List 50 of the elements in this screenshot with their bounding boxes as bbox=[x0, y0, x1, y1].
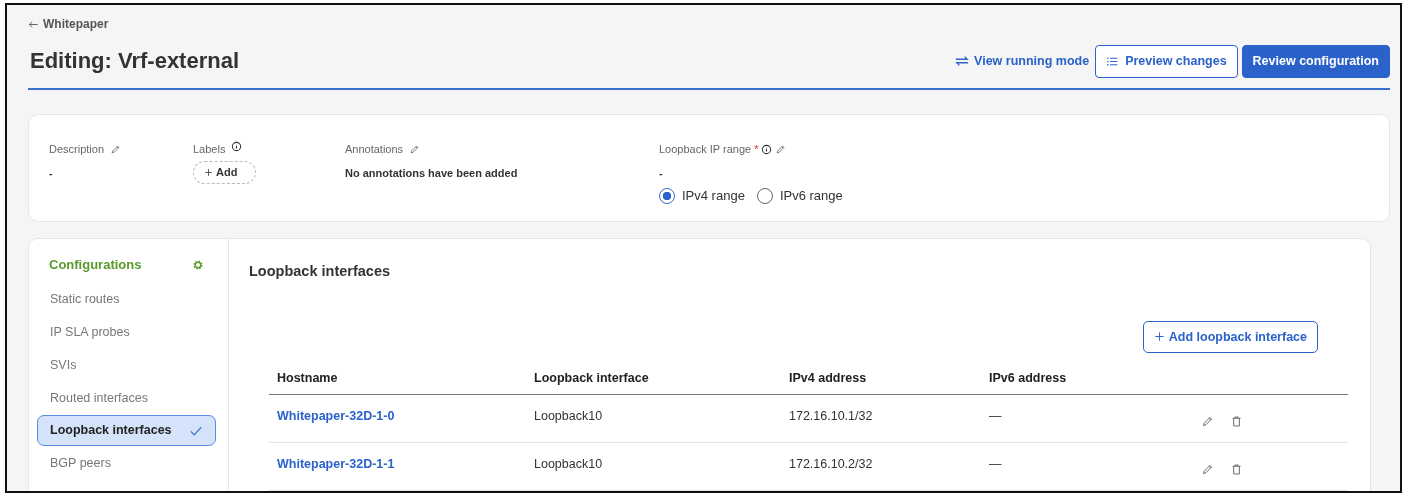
field-label: Annotations bbox=[345, 141, 404, 157]
table-cell: 172.16.10.2/32 bbox=[781, 442, 981, 491]
plus-icon bbox=[204, 168, 213, 177]
back-arrow-icon bbox=[28, 18, 39, 30]
column-header: Hostname bbox=[269, 363, 526, 395]
column-header: IPv6 address bbox=[981, 363, 1181, 395]
add-label-button[interactable]: Add bbox=[193, 161, 257, 184]
pencil-icon bbox=[110, 143, 122, 155]
pencil-icon bbox=[409, 143, 421, 155]
required-asterisk: * bbox=[754, 141, 759, 157]
radio-option[interactable]: IPv4 range bbox=[659, 185, 745, 206]
field-label: Description bbox=[49, 141, 105, 157]
table-cell: 172.16.10.1/32 bbox=[781, 394, 981, 443]
table-cell: — bbox=[981, 442, 1181, 491]
section-title: Loopback interfaces bbox=[249, 261, 391, 281]
field-label: Labels bbox=[193, 141, 226, 157]
plus-icon bbox=[1153, 331, 1165, 343]
view-running-mode-link[interactable]: View running mode bbox=[953, 52, 1092, 71]
table-cell: Loopback10 bbox=[526, 442, 781, 491]
review-configuration-button[interactable]: Review configuration bbox=[1241, 45, 1390, 78]
gear-icon bbox=[192, 258, 204, 271]
radio-option[interactable]: IPv6 range bbox=[756, 185, 843, 206]
column-header: IPv4 address bbox=[781, 363, 981, 395]
preview-changes-button[interactable]: Preview changes bbox=[1095, 45, 1238, 78]
hostname-link[interactable]: Whitepaper-32D-1-0 bbox=[277, 409, 395, 423]
table-cell: Loopback10 bbox=[526, 394, 781, 443]
field-value: - bbox=[49, 166, 54, 182]
table-cell: — bbox=[981, 394, 1181, 443]
column-header: Loopback interface bbox=[526, 363, 781, 395]
hostname-link[interactable]: Whitepaper-32D-1-1 bbox=[277, 457, 395, 471]
sidebar-item[interactable]: Routed interfaces bbox=[37, 382, 216, 414]
pencil-icon bbox=[775, 143, 787, 155]
pencil-icon bbox=[1201, 463, 1214, 476]
info-icon bbox=[231, 140, 243, 152]
info-icon bbox=[761, 143, 773, 155]
field-value: No annotations have been added bbox=[345, 166, 519, 182]
sidebar-title: Configurations bbox=[49, 255, 142, 274]
field-label: Loopback IP range bbox=[659, 141, 752, 157]
trash-icon bbox=[1230, 415, 1243, 428]
back-link[interactable]: Whitepaper bbox=[28, 15, 109, 33]
sidebar-item[interactable]: IP SLA probes bbox=[37, 317, 216, 348]
trash-icon bbox=[1230, 463, 1243, 476]
add-loopback-interface-button[interactable]: Add loopback interface bbox=[1142, 320, 1318, 354]
sidebar-item[interactable]: SVIs bbox=[37, 349, 216, 381]
field-value: - bbox=[659, 166, 664, 182]
pencil-icon bbox=[1201, 415, 1214, 428]
sidebar-item[interactable]: Static routes bbox=[37, 284, 216, 315]
sidebar-item[interactable]: Loopback interfaces bbox=[37, 415, 216, 446]
sidebar-item[interactable]: BGP peers bbox=[37, 448, 216, 479]
page-title: Editing: Vrf-external bbox=[30, 48, 240, 75]
